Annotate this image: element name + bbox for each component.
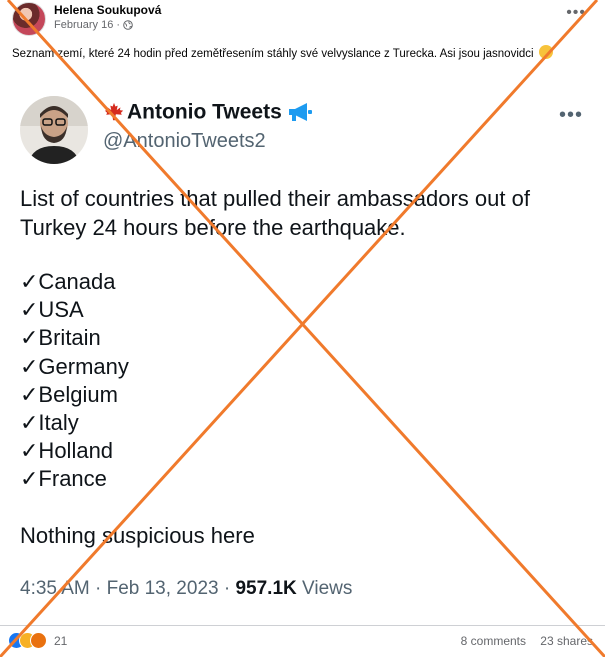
list-item: ✓Germany bbox=[20, 353, 129, 379]
list-item: ✓Canada bbox=[20, 269, 116, 294]
list-item: ✓Holland bbox=[20, 438, 114, 464]
post-footer: 21 8 comments 23 shares bbox=[0, 625, 605, 657]
more-options-icon[interactable]: ••• bbox=[566, 4, 586, 22]
reaction-count[interactable]: 21 bbox=[54, 634, 67, 648]
post-header: Helena Soukupová February 16 · ••• bbox=[0, 0, 605, 40]
views-count: 957.1K bbox=[235, 578, 297, 599]
display-name-text: Antonio Tweets bbox=[127, 100, 282, 124]
globe-icon bbox=[123, 20, 133, 30]
author-name[interactable]: Helena Soukupová bbox=[54, 3, 161, 17]
list-item: ✓Italy bbox=[20, 410, 79, 436]
maple-leaf-icon bbox=[104, 103, 124, 121]
angry-reaction-icon bbox=[30, 632, 47, 649]
tweet-more-icon[interactable]: ••• bbox=[559, 104, 583, 127]
country-list: ✓Canada ✓USA ✓Britain ✓Germany ✓Belgium … bbox=[20, 268, 129, 494]
shares-count[interactable]: 23 shares bbox=[540, 634, 593, 648]
tweet-handle[interactable]: @AntonioTweets2 bbox=[103, 130, 266, 153]
facepalm-emoji-icon bbox=[538, 45, 553, 59]
post-text-content: Seznam zemí, které 24 hodin před zemětře… bbox=[12, 48, 534, 60]
post-date[interactable]: February 16 · bbox=[54, 19, 120, 31]
megaphone-icon bbox=[288, 103, 312, 122]
tweet-timestamp[interactable]: 4:35 AM · Feb 13, 2023 · bbox=[20, 578, 235, 599]
tweet-card[interactable]: Antonio Tweets @AntonioTweets2 ••• List … bbox=[0, 90, 605, 622]
list-item: ✓Belgium bbox=[20, 381, 118, 407]
tweet-avatar bbox=[20, 96, 88, 164]
tweet-body: List of countries that pulled their amba… bbox=[20, 186, 530, 240]
list-item: ✓USA bbox=[20, 297, 84, 323]
author-avatar[interactable] bbox=[12, 2, 46, 36]
list-item: ✓France bbox=[20, 466, 107, 492]
tweet-closing-line: Nothing suspicious here bbox=[20, 523, 255, 548]
comments-count[interactable]: 8 comments bbox=[461, 634, 526, 648]
tweet-display-name[interactable]: Antonio Tweets bbox=[103, 100, 313, 124]
views-label: Views bbox=[296, 578, 353, 599]
post-text: Seznam zemí, které 24 hodin před zemětře… bbox=[12, 45, 602, 64]
tweet-meta: 4:35 AM · Feb 13, 2023 · 957.1K Views bbox=[20, 578, 352, 600]
list-item: ✓Britain bbox=[20, 325, 101, 351]
